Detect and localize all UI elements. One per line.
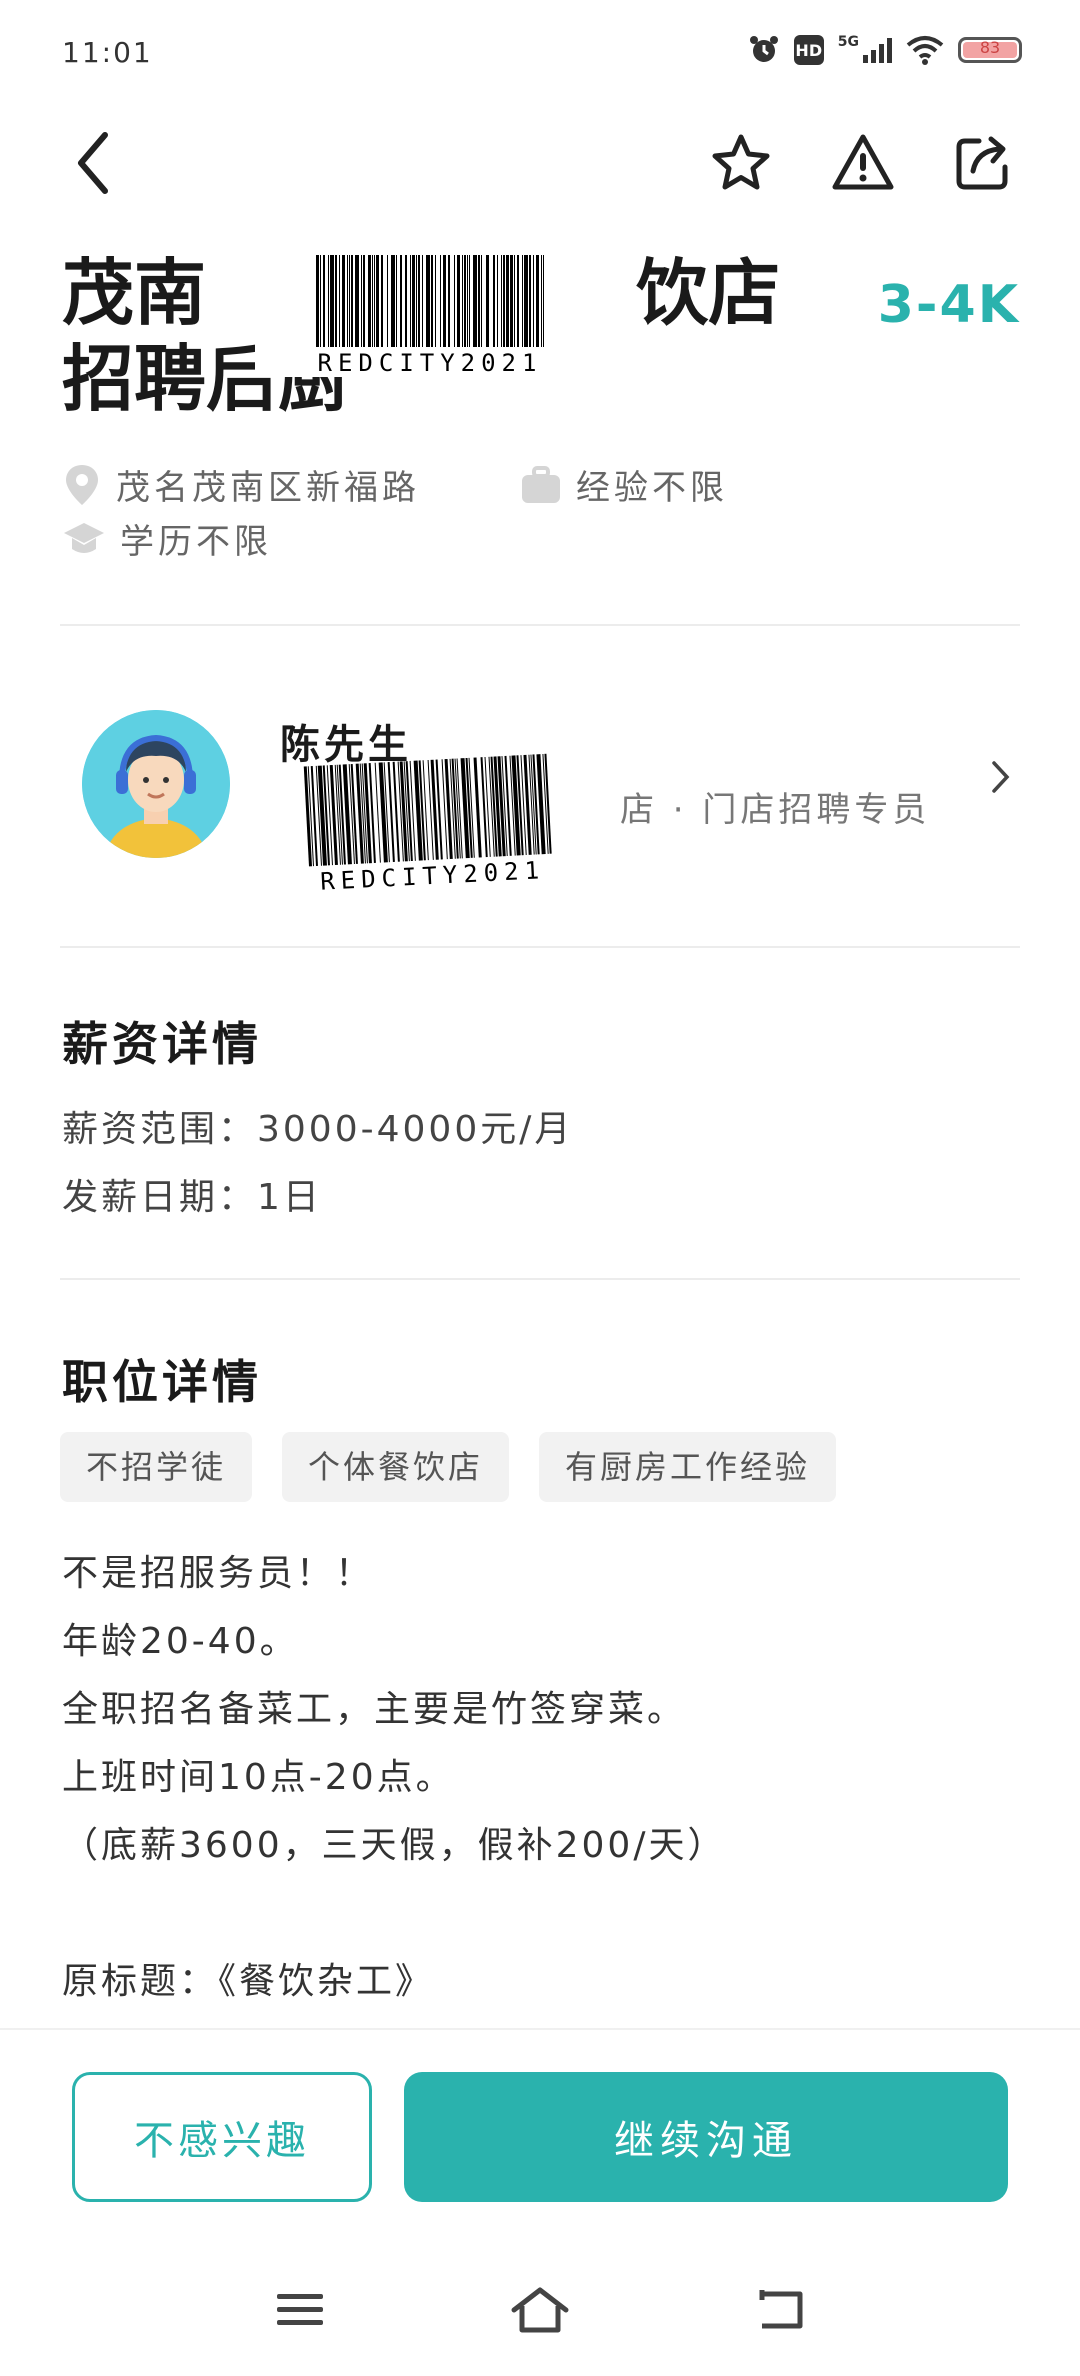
- divider: [60, 1278, 1020, 1280]
- description-line: 上班时间10点-20点。: [62, 1757, 455, 1798]
- back-nav-button[interactable]: [740, 2280, 820, 2340]
- location-text: 茂名茂南区新福路: [116, 468, 420, 508]
- job-title-end: 饮店: [636, 250, 781, 335]
- salary-badge: 3-4K: [877, 275, 1020, 335]
- hd-badge: HD: [793, 35, 824, 65]
- divider: [60, 624, 1020, 626]
- experience-meta: 经验不限: [520, 460, 728, 509]
- salary-payday: 发薪日期：1日: [62, 1177, 322, 1218]
- tag-list: 不招学徒 个体餐饮店 有厨房工作经验: [60, 1432, 837, 1502]
- chevron-right-icon: [992, 761, 1010, 793]
- graduation-cap-icon: [64, 522, 104, 553]
- location-pin-icon: [66, 464, 98, 505]
- star-icon: [712, 134, 770, 190]
- description-line: （底薪3600，三天假，假补200/天）: [62, 1825, 727, 1866]
- tag: 不招学徒: [60, 1432, 253, 1502]
- position-section-title: 职位详情: [62, 1355, 262, 1409]
- wifi-icon: [906, 36, 944, 65]
- battery-icon: 83: [958, 37, 1022, 63]
- status-time: 11:01: [62, 36, 153, 69]
- menu-icon: [277, 2294, 323, 2325]
- divider: [0, 2028, 1080, 2030]
- description-line: 不是招服务员！！: [62, 1553, 375, 1594]
- description-line: 全职招名备菜工，主要是竹签穿菜。: [62, 1689, 687, 1730]
- recruiter-chevron[interactable]: [990, 760, 1010, 798]
- salary-section-title: 薪资详情: [62, 1017, 262, 1071]
- barcode-text: REDCITY2021: [317, 349, 543, 377]
- share-button[interactable]: [948, 128, 1018, 198]
- recruiter-role: 店 · 门店招聘专员: [620, 790, 931, 830]
- barcode-watermark-2: REDCITY2021: [241, 750, 619, 900]
- education-meta: 学历不限: [62, 514, 272, 563]
- back-button[interactable]: [58, 128, 128, 198]
- divider: [60, 946, 1020, 948]
- tag: 个体餐饮店: [282, 1432, 510, 1502]
- warning-icon: [832, 134, 894, 190]
- salary-range: 薪资范围：3000-4000元/月: [62, 1109, 574, 1150]
- home-icon: [511, 2287, 569, 2333]
- experience-text: 经验不限: [576, 468, 728, 508]
- network-label: 5G: [837, 34, 859, 50]
- chevron-left-icon: [78, 132, 108, 194]
- description-line: [62, 1880, 1022, 1948]
- signal-icon: [863, 37, 892, 63]
- report-button[interactable]: [828, 128, 898, 198]
- avatar: [82, 710, 230, 858]
- description-line: 原标题：《餐饮杂工》: [62, 1961, 435, 2002]
- tag: 有厨房工作经验: [539, 1432, 837, 1502]
- description-line: 年龄20-40。: [62, 1621, 299, 1662]
- briefcase-icon: [522, 465, 560, 503]
- education-text: 学历不限: [120, 522, 272, 562]
- not-interested-button[interactable]: 不感兴趣: [72, 2072, 372, 2202]
- location-meta: 茂名茂南区新福路: [62, 460, 420, 509]
- barcode-watermark: REDCITY2021: [255, 255, 605, 377]
- job-title-start: 茂南: [62, 250, 207, 335]
- continue-chat-button[interactable]: 继续沟通: [404, 2072, 1008, 2202]
- back-arrow-icon: [759, 2290, 803, 2329]
- favorite-button[interactable]: [706, 128, 776, 198]
- alarm-clock-icon: [749, 36, 778, 62]
- status-icons: HD 5G 83: [748, 34, 1022, 66]
- menu-nav-button[interactable]: [260, 2280, 340, 2340]
- home-nav-button[interactable]: [500, 2280, 580, 2340]
- job-description: 不是招服务员！！ 年龄20-40。 全职招名备菜工，主要是竹签穿菜。 上班时间1…: [62, 1540, 1022, 2016]
- share-icon: [956, 136, 1008, 190]
- battery-level: 83: [979, 38, 1001, 57]
